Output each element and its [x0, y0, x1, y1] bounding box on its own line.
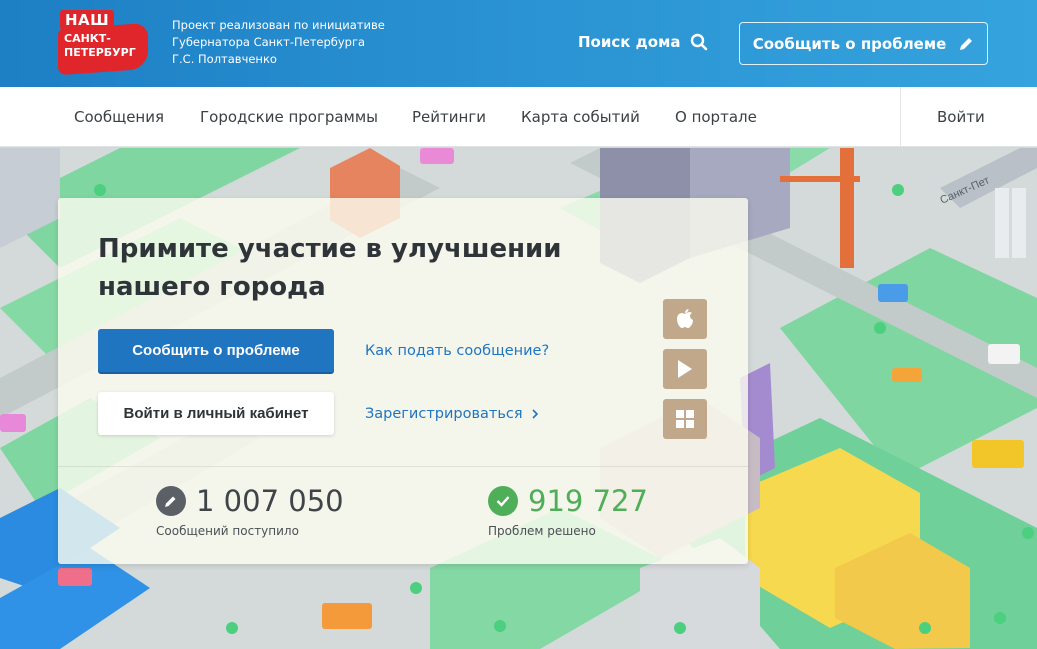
logo-line-petersburg: ПЕТЕРБУРГ — [64, 46, 136, 59]
windows-store-tile[interactable] — [663, 399, 707, 439]
nav-item-events-map[interactable]: Карта событий — [521, 87, 640, 147]
initiative-text: Проект реализован по инициативе Губернат… — [172, 17, 432, 68]
register-link[interactable]: Зарегистрироваться — [365, 406, 539, 422]
house-search-label: Поиск дома — [578, 33, 681, 51]
stat-received-value-row: 1 007 050 — [156, 484, 344, 518]
report-problem-header-label: Сообщить о проблеме — [752, 34, 947, 53]
hero-card: Примите участие в улучшении нашего город… — [58, 198, 748, 564]
logo-line-saint: САНКТ- — [64, 32, 111, 45]
stat-received: 1 007 050 Сообщений поступило — [156, 484, 344, 538]
nav-divider — [900, 87, 901, 147]
report-problem-button[interactable]: Сообщить о проблеме — [98, 329, 334, 372]
search-icon — [691, 33, 708, 51]
stat-received-value: 1 007 050 — [196, 484, 344, 518]
google-play-icon — [678, 360, 692, 378]
initiative-line: Г.С. Полтавченко — [172, 52, 277, 66]
initiative-line: Губернатора Санкт-Петербурга — [172, 35, 366, 49]
stat-solved-label: Проблем решено — [488, 524, 596, 538]
nav-item-messages[interactable]: Сообщения — [74, 87, 164, 147]
house-search-link[interactable]: Поиск дома — [578, 33, 708, 51]
initiative-line: Проект реализован по инициативе — [172, 18, 385, 32]
personal-cabinet-button[interactable]: Войти в личный кабинет — [98, 392, 334, 435]
chevron-right-icon — [532, 409, 538, 419]
apple-icon — [677, 309, 693, 328]
top-header: НАШ САНКТ- ПЕТЕРБУРГ Проект реализован п… — [0, 0, 1037, 87]
hero-divider — [58, 466, 748, 467]
windows-icon — [676, 410, 694, 428]
stat-solved-value: 919 727 — [528, 484, 648, 518]
pencil-circle-icon — [156, 486, 186, 516]
pencil-icon — [960, 37, 973, 50]
logo-nash: НАШ — [60, 10, 115, 30]
hero-title: Примите участие в улучшении нашего город… — [98, 234, 562, 302]
report-problem-header-button[interactable]: Сообщить о проблеме — [739, 22, 988, 65]
main-nav: Сообщения Городские программы Рейтинги К… — [0, 87, 1037, 147]
nav-item-ratings[interactable]: Рейтинги — [412, 87, 486, 147]
how-to-submit-link[interactable]: Как подать сообщение? — [365, 343, 549, 359]
register-link-label: Зарегистрироваться — [365, 406, 523, 422]
site-logo[interactable]: НАШ САНКТ- ПЕТЕРБУРГ — [58, 10, 150, 76]
stat-solved: 919 727 Проблем решено — [488, 484, 648, 538]
nav-item-city-programs[interactable]: Городские программы — [200, 87, 378, 147]
nav-item-about[interactable]: О портале — [675, 87, 757, 147]
stat-solved-value-row: 919 727 — [488, 484, 648, 518]
stat-received-label: Сообщений поступило — [156, 524, 299, 538]
login-link[interactable]: Войти — [937, 87, 985, 147]
checkmark-circle-icon — [488, 486, 518, 516]
app-store-tile[interactable] — [663, 299, 707, 339]
google-play-tile[interactable] — [663, 349, 707, 389]
